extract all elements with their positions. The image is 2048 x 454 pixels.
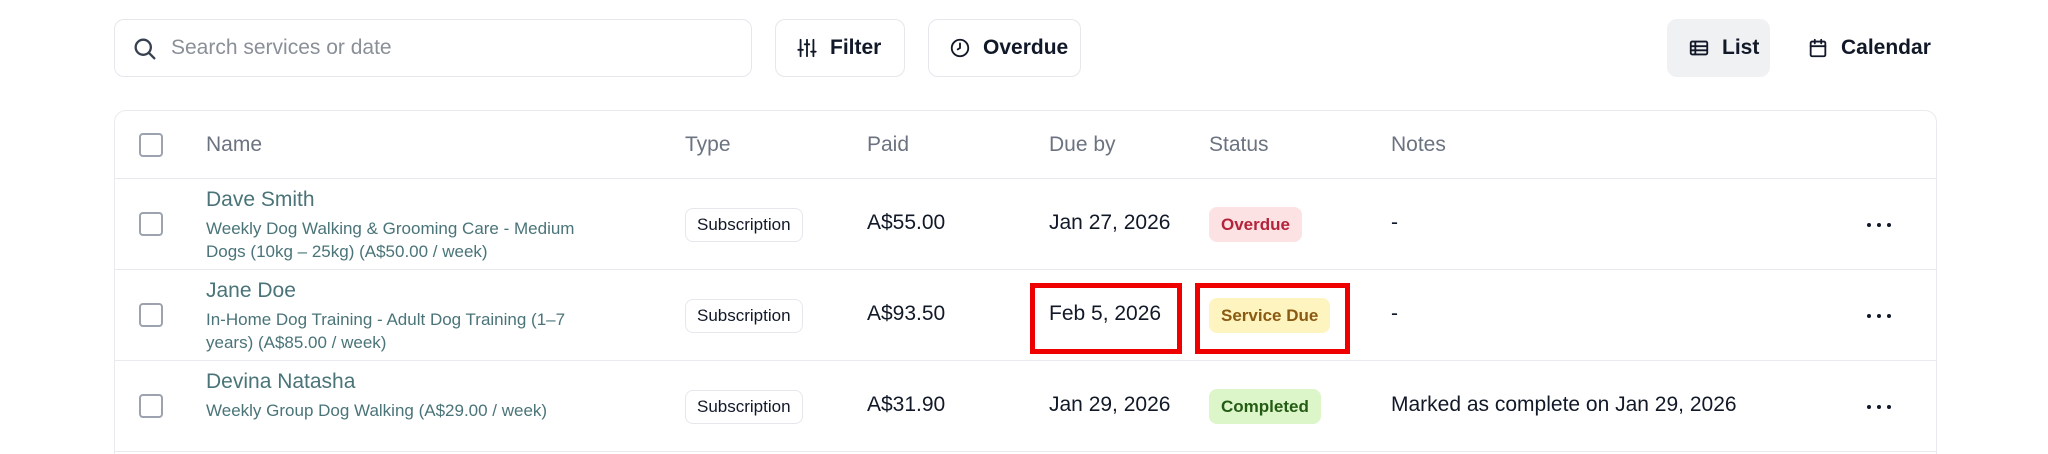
due-date: Jan 29, 2026 — [1049, 393, 1171, 416]
more-icon — [1867, 223, 1871, 227]
more-icon — [1887, 223, 1891, 227]
notes-text: Marked as complete on Jan 29, 2026 — [1391, 393, 1737, 416]
status-badge: Completed — [1209, 389, 1321, 424]
search-box[interactable] — [114, 19, 752, 77]
paid-amount: A$55.00 — [867, 211, 946, 234]
table-row[interactable]: Dave Smith Weekly Dog Walking & Grooming… — [115, 179, 1936, 270]
more-icon — [1877, 223, 1881, 227]
calendar-icon — [1809, 38, 1827, 58]
filter-button[interactable]: Filter — [775, 19, 905, 77]
overdue-label: Overdue — [983, 36, 1069, 59]
type-badge: Subscription — [685, 299, 803, 333]
sliders-icon — [797, 38, 817, 58]
row-checkbox[interactable] — [139, 212, 163, 236]
list-icon — [1689, 40, 1709, 56]
table-row[interactable]: Devina Natasha Weekly Group Dog Walking … — [115, 361, 1936, 452]
column-header-due-by[interactable]: Due by — [1049, 133, 1116, 157]
service-description: Weekly Group Dog Walking (A$29.00 / week… — [206, 401, 548, 420]
row-actions-button[interactable] — [1859, 207, 1899, 243]
more-icon — [1877, 405, 1881, 409]
service-description: Weekly Dog Walking & Grooming Care - Med… — [206, 219, 575, 261]
client-name[interactable]: Jane Doe — [206, 278, 606, 304]
view-list-button[interactable]: List — [1667, 19, 1770, 77]
more-icon — [1887, 314, 1891, 318]
view-calendar-label: Calendar — [1841, 36, 1931, 59]
more-icon — [1887, 405, 1891, 409]
notes-text: - — [1391, 211, 1398, 234]
row-actions-button[interactable] — [1859, 389, 1899, 425]
name-cell: Devina Natasha Weekly Group Dog Walking … — [206, 369, 606, 422]
select-all-checkbox[interactable] — [139, 133, 163, 157]
table-row[interactable]: Jane Doe In-Home Dog Training - Adult Do… — [115, 270, 1936, 361]
services-table: Name Type Paid Due by Status Notes Dave … — [114, 110, 1937, 454]
name-cell: Jane Doe In-Home Dog Training - Adult Do… — [206, 278, 606, 354]
highlight-due-date — [1030, 283, 1182, 354]
table-header-row: Name Type Paid Due by Status Notes — [115, 111, 1936, 179]
status-badge: Overdue — [1209, 207, 1302, 242]
paid-amount: A$93.50 — [867, 302, 946, 325]
column-header-status[interactable]: Status — [1209, 133, 1269, 157]
name-cell: Dave Smith Weekly Dog Walking & Grooming… — [206, 187, 606, 263]
column-header-name[interactable]: Name — [206, 133, 262, 157]
view-calendar-button[interactable]: Calendar — [1786, 19, 1938, 77]
filter-label: Filter — [830, 36, 882, 59]
search-icon — [134, 38, 156, 60]
column-header-paid[interactable]: Paid — [867, 133, 909, 157]
row-checkbox[interactable] — [139, 394, 163, 418]
row-actions-button[interactable] — [1859, 298, 1899, 334]
search-input[interactable] — [171, 30, 731, 66]
type-badge: Subscription — [685, 390, 803, 424]
paid-amount: A$31.90 — [867, 393, 946, 416]
clock-icon — [950, 38, 970, 58]
due-date: Jan 27, 2026 — [1049, 211, 1171, 234]
toolbar: Filter Overdue List Calendar — [0, 0, 2048, 96]
more-icon — [1867, 314, 1871, 318]
client-name[interactable]: Dave Smith — [206, 187, 606, 213]
column-header-type[interactable]: Type — [685, 133, 731, 157]
service-description: In-Home Dog Training - Adult Dog Trainin… — [206, 310, 566, 352]
type-badge: Subscription — [685, 208, 803, 242]
column-header-notes[interactable]: Notes — [1391, 133, 1446, 157]
client-name[interactable]: Devina Natasha — [206, 369, 606, 395]
row-checkbox[interactable] — [139, 303, 163, 327]
more-icon — [1877, 314, 1881, 318]
view-list-label: List — [1722, 36, 1760, 59]
highlight-status-badge — [1195, 283, 1350, 354]
overdue-button[interactable]: Overdue — [928, 19, 1081, 77]
more-icon — [1867, 405, 1871, 409]
notes-text: - — [1391, 302, 1398, 325]
